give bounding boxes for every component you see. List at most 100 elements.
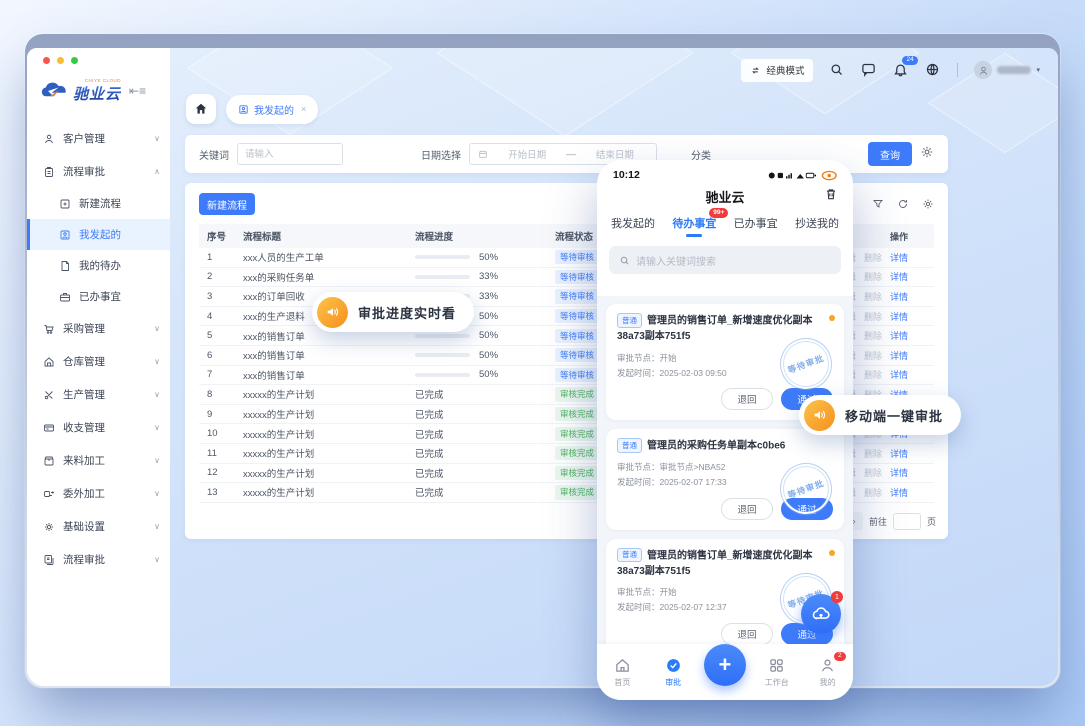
phone-nav-我的[interactable]: 我的2 xyxy=(808,657,848,688)
phone-tab-已办事宜[interactable]: 已办事宜 xyxy=(734,215,778,238)
table-settings-gear-icon[interactable] xyxy=(922,198,934,210)
maximize-window-button[interactable] xyxy=(71,57,78,64)
detail-link[interactable]: 详情 xyxy=(890,466,908,479)
chevron-down-icon: ∨ xyxy=(154,522,160,531)
status-badge: 审核完成 xyxy=(555,485,599,499)
delete-link[interactable]: 删除 xyxy=(864,349,882,362)
sidebar-collapse-icon[interactable]: ⇤≡ xyxy=(129,84,146,98)
notification-badge: 24 xyxy=(902,56,917,65)
phone-nav-工作台[interactable]: 工作台 xyxy=(757,657,797,688)
detail-link[interactable]: 详情 xyxy=(890,349,908,362)
reject-button[interactable]: 退回 xyxy=(721,388,773,410)
users-icon xyxy=(43,133,55,145)
flow-icon xyxy=(43,554,55,566)
sidebar-subitem-0[interactable]: 新建流程 xyxy=(27,188,170,219)
unread-dot-icon xyxy=(829,315,835,321)
detail-link[interactable]: 详情 xyxy=(890,251,908,264)
keyword-input[interactable] xyxy=(237,143,343,165)
detail-link[interactable]: 详情 xyxy=(890,486,908,499)
sidebar-subitem-3[interactable]: 已办事宜 xyxy=(27,281,170,312)
detail-link[interactable]: 详情 xyxy=(890,329,908,342)
date-label: 日期选择 xyxy=(421,147,461,162)
cell-title: xxx的采购任务单 xyxy=(235,270,407,284)
classic-mode-button[interactable]: 经典模式 xyxy=(741,59,813,82)
user-menu[interactable]: ▾ xyxy=(974,61,1040,79)
goto-page-input[interactable] xyxy=(893,513,921,530)
money-icon xyxy=(43,422,55,434)
id-card-icon xyxy=(238,104,249,115)
open-tab-pill[interactable]: 我发起的 × xyxy=(226,95,318,124)
delete-link[interactable]: 删除 xyxy=(864,251,882,264)
phone-search-bar[interactable]: 请输入关键词搜索 xyxy=(609,246,841,274)
sidebar-item-label: 收支管理 xyxy=(63,420,105,435)
phone-nav-审批[interactable]: 审批 xyxy=(653,657,693,688)
tab-badge: 99+ xyxy=(709,208,728,218)
delete-link[interactable]: 删除 xyxy=(864,290,882,303)
notification-bell-icon[interactable]: 24 xyxy=(893,62,909,78)
detail-link[interactable]: 详情 xyxy=(890,270,908,283)
phone-nav-首页[interactable]: 首页 xyxy=(602,657,642,688)
tab-label: 我发起的 xyxy=(254,102,294,117)
detail-link[interactable]: 详情 xyxy=(890,290,908,303)
detail-link[interactable]: 详情 xyxy=(890,447,908,460)
app-window: CHIYE CLOUD 驰业云 ⇤≡ 客户管理∨流程审批∧新建流程我发起的我的待… xyxy=(25,34,1060,688)
close-tab-icon[interactable]: × xyxy=(301,104,306,114)
detail-link[interactable]: 详情 xyxy=(890,368,908,381)
goto-label: 前往 xyxy=(869,515,887,528)
filter-icon[interactable] xyxy=(872,198,884,210)
reject-button[interactable]: 退回 xyxy=(721,498,773,520)
sidebar-item-3[interactable]: 仓库管理∨ xyxy=(27,345,170,378)
minimize-window-button[interactable] xyxy=(57,57,64,64)
voice-tip-progress: 审批进度实时看 xyxy=(312,292,474,332)
delete-link[interactable]: 删除 xyxy=(864,368,882,381)
new-process-button[interactable]: 新建流程 xyxy=(199,193,255,215)
create-new-button[interactable]: + xyxy=(704,644,746,686)
message-icon[interactable] xyxy=(861,62,877,78)
home-button[interactable] xyxy=(186,94,216,124)
delete-link[interactable]: 删除 xyxy=(864,329,882,342)
delete-link[interactable]: 删除 xyxy=(864,466,882,479)
sidebar-item-6[interactable]: 来料加工∨ xyxy=(27,444,170,477)
cell-no: 9 xyxy=(199,409,235,420)
reject-button[interactable]: 退回 xyxy=(721,623,773,644)
home-icon xyxy=(194,102,208,116)
trash-icon[interactable] xyxy=(824,187,838,206)
phone-tab-待办事宜[interactable]: 待办事宜99+ xyxy=(672,215,716,238)
filter-settings-gear-icon[interactable] xyxy=(920,145,934,164)
refresh-icon[interactable] xyxy=(897,198,909,210)
approval-card[interactable]: 普通管理员的采购任务单副本c0be6等待审批审批节点：审批节点>NBA52发起时… xyxy=(606,429,844,530)
sidebar-item-8[interactable]: 基础设置∨ xyxy=(27,510,170,543)
phone-tab-我发起的[interactable]: 我发起的 xyxy=(611,215,655,238)
id-card-icon xyxy=(59,229,71,241)
delete-link[interactable]: 删除 xyxy=(864,447,882,460)
search-button[interactable]: 查询 xyxy=(868,142,912,166)
sidebar-item-label: 采购管理 xyxy=(63,321,105,336)
language-globe-icon[interactable] xyxy=(925,62,941,78)
phone-title-bar: 驰业云 xyxy=(597,183,853,209)
cell-progress: 已完成 xyxy=(407,407,547,421)
cell-no: 1 xyxy=(199,252,235,263)
sync-float-button[interactable]: 1 xyxy=(801,594,841,634)
delete-link[interactable]: 删除 xyxy=(864,270,882,283)
sidebar-item-0[interactable]: 客户管理∨ xyxy=(27,122,170,155)
eye-protection-icon xyxy=(821,170,838,181)
sidebar-item-7[interactable]: 委外加工∨ xyxy=(27,477,170,510)
sidebar-item-1[interactable]: 流程审批∧ xyxy=(27,155,170,188)
sidebar-subitem-1[interactable]: 我发起的 xyxy=(27,219,170,250)
progress-text: 50% xyxy=(479,330,498,341)
delete-link[interactable]: 删除 xyxy=(864,486,882,499)
cell-title: xxxxx的生产计划 xyxy=(235,427,407,441)
sidebar-item-2[interactable]: 采购管理∨ xyxy=(27,312,170,345)
sidebar-subitem-2[interactable]: 我的待办 xyxy=(27,250,170,281)
cell-no: 10 xyxy=(199,428,235,439)
card-tag: 普通 xyxy=(617,313,642,328)
delete-link[interactable]: 删除 xyxy=(864,310,882,323)
detail-link[interactable]: 详情 xyxy=(890,310,908,323)
sidebar-item-5[interactable]: 收支管理∨ xyxy=(27,411,170,444)
search-icon[interactable] xyxy=(829,62,845,78)
sidebar-item-4[interactable]: 生产管理∨ xyxy=(27,378,170,411)
clipboard-icon xyxy=(43,166,55,178)
close-window-button[interactable] xyxy=(43,57,50,64)
phone-tab-抄送我的[interactable]: 抄送我的 xyxy=(795,215,839,238)
sidebar-item-9[interactable]: 流程审批∨ xyxy=(27,543,170,576)
